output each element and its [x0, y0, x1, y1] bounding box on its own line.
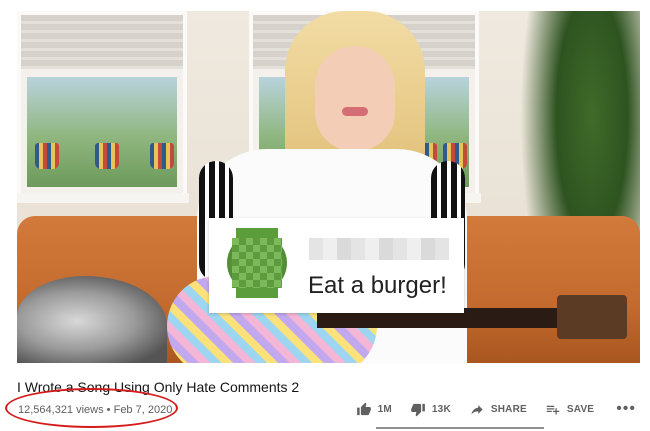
thumbs-down-icon — [411, 403, 425, 416]
decor-pot — [35, 143, 59, 169]
share-label: SHARE — [490, 403, 527, 415]
playlist-add-icon — [546, 405, 560, 414]
share-icon — [471, 404, 483, 414]
like-ratio-bar — [376, 427, 544, 429]
annotation-circle — [5, 388, 178, 428]
window-left — [17, 11, 189, 203]
pixelated-username — [309, 238, 449, 260]
pixelated-avatar-icon — [222, 228, 292, 298]
save-label: SAVE — [566, 403, 595, 415]
action-bar: 1M 13K SHARE SAVE ••• — [338, 400, 636, 418]
video-player[interactable]: Eat a burger! — [17, 11, 640, 363]
dislike-button[interactable]: 13K — [410, 402, 451, 417]
like-count: 1M — [377, 403, 392, 415]
comment-overlay: Eat a burger! — [209, 218, 464, 313]
overlay-comment-text: Eat a burger! — [308, 272, 447, 299]
more-icon[interactable]: ••• — [616, 400, 636, 418]
save-button[interactable]: SAVE — [545, 402, 594, 417]
performer-lips — [342, 107, 368, 116]
decor-pot — [150, 143, 174, 169]
thumbs-up-icon — [356, 402, 371, 415]
guitar-headstock — [557, 295, 627, 339]
share-button[interactable]: SHARE — [469, 402, 527, 417]
decor-pot — [95, 143, 119, 169]
dislike-count: 13K — [431, 403, 451, 415]
performer-face — [315, 46, 395, 151]
like-button[interactable]: 1M — [356, 402, 392, 417]
